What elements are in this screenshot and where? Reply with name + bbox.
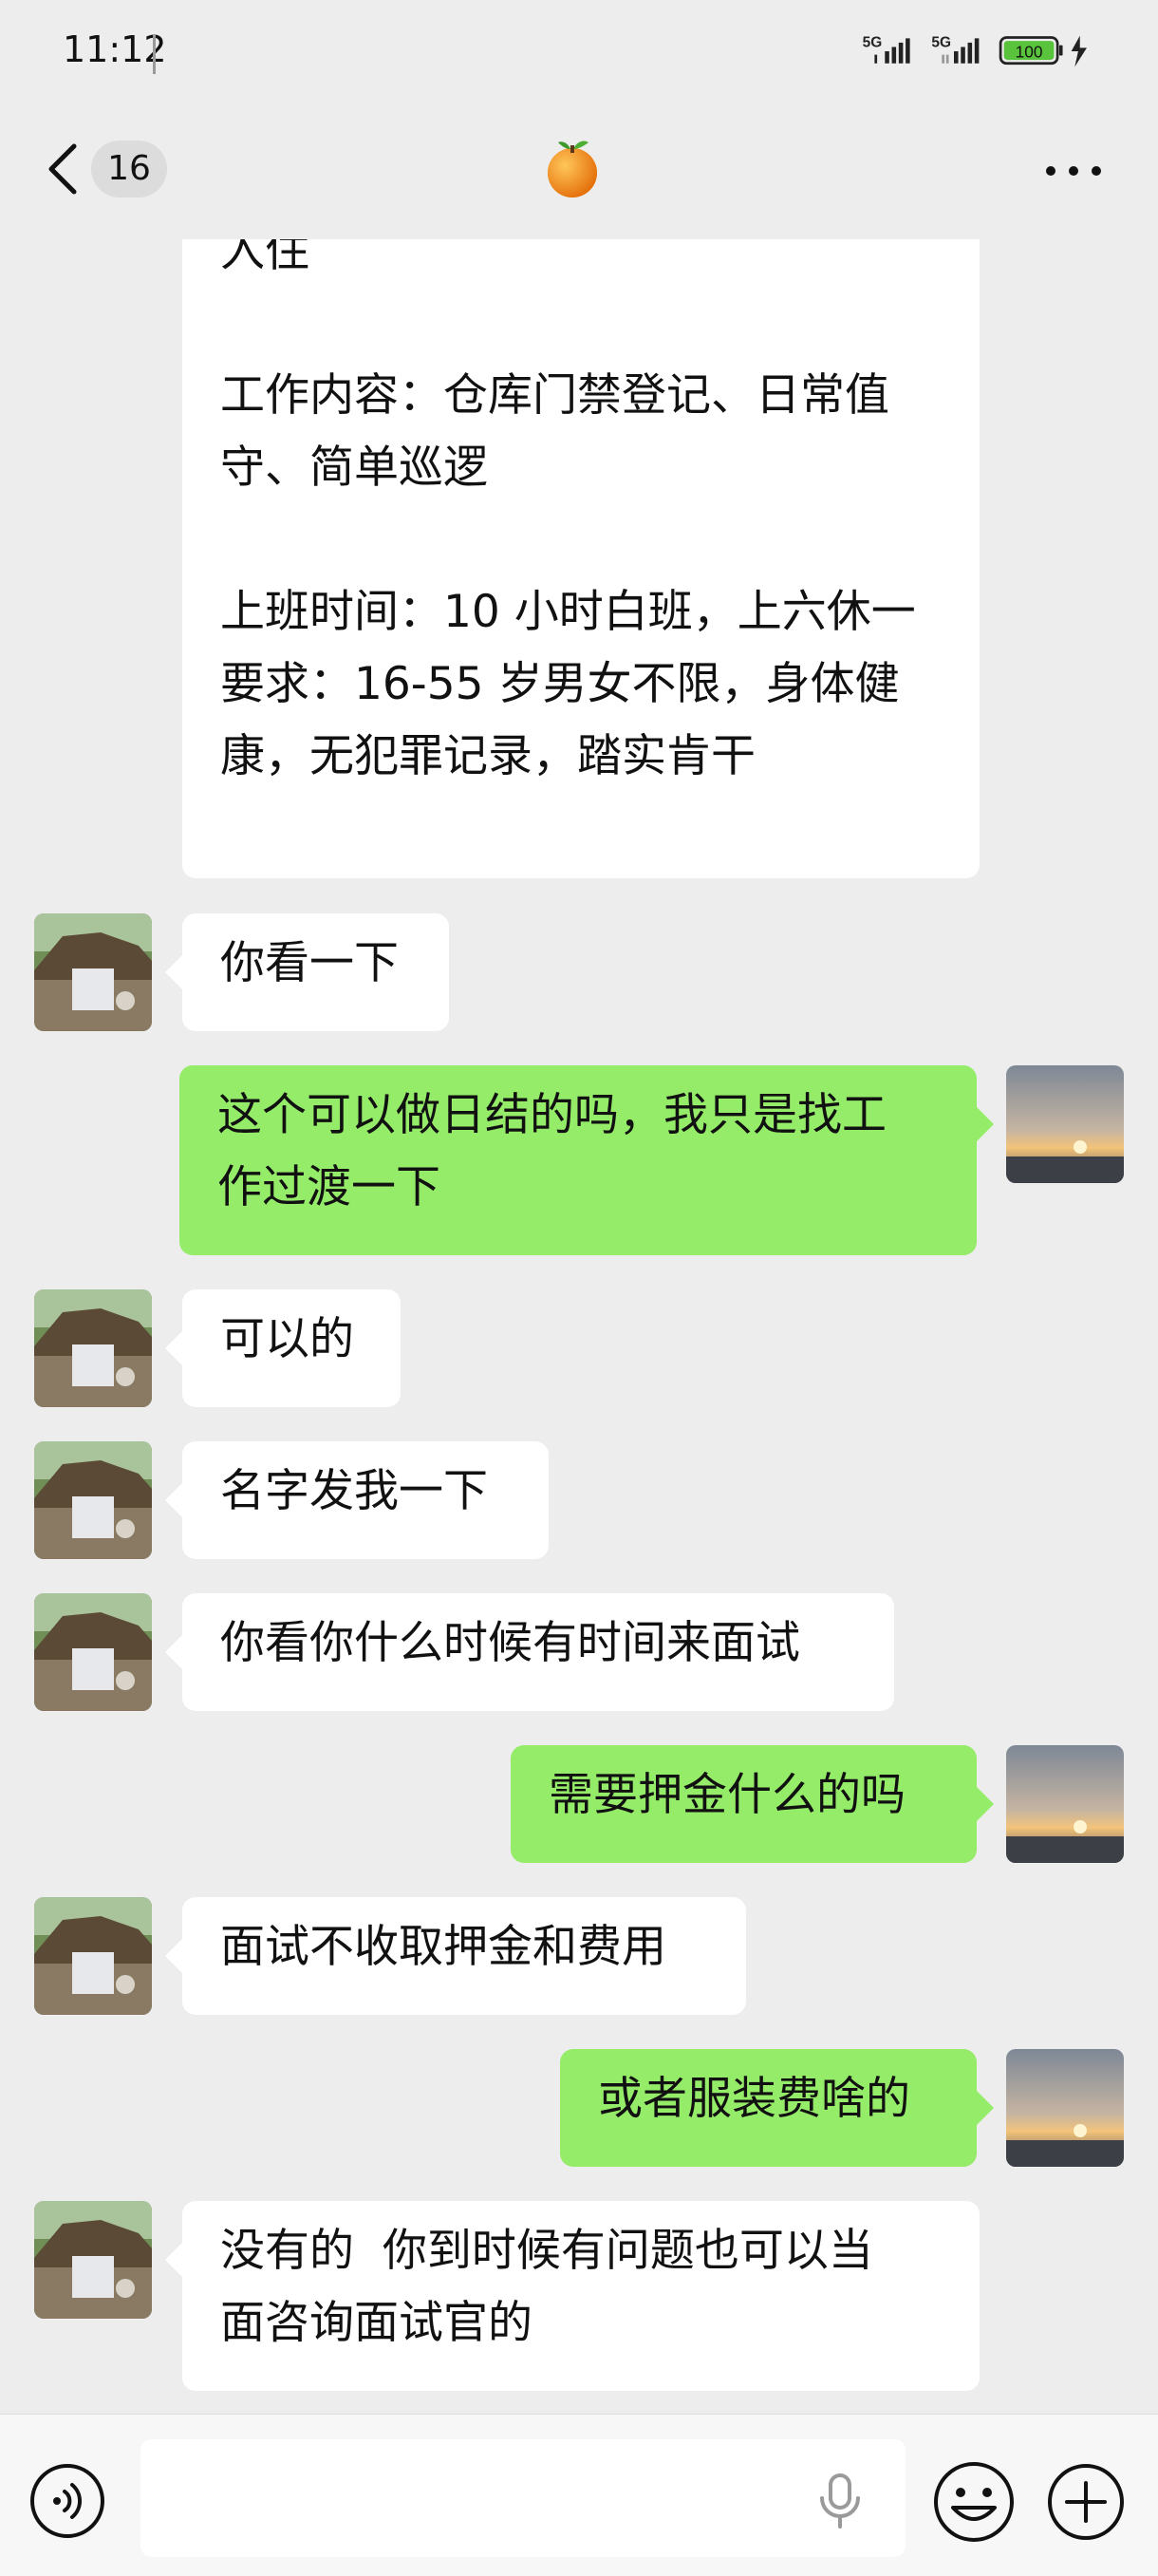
message-line: 入住: [220, 239, 309, 277]
bubble-tail: [165, 1483, 182, 1517]
message-composer: [0, 2414, 1158, 2576]
message-bubble-incoming[interactable]: 你看你什么时候有时间来面试: [182, 1593, 894, 1711]
sim2-label: 5G: [931, 34, 951, 50]
message-bubble-incoming[interactable]: 你看一下: [182, 913, 449, 1031]
message-line: 要求：16-55 岁男女不限，身体健: [220, 658, 900, 710]
bubble-tail: [977, 1107, 994, 1141]
battery-level: 100: [1016, 42, 1043, 61]
text-cursor: [153, 34, 156, 74]
message-bubble-incoming[interactable]: 入住 工作内容：仓库门禁登记、日常值 守、简单巡逻 上班时间：10 小时白班，上…: [182, 239, 980, 878]
bubble-tail: [977, 1787, 994, 1821]
more-options-icon[interactable]: [1044, 152, 1103, 190]
bubble-tail: [165, 955, 182, 989]
voice-mode-icon[interactable]: [28, 2462, 106, 2540]
message-bubble-outgoing[interactable]: 需要押金什么的吗: [511, 1745, 977, 1863]
message-bubble-outgoing[interactable]: 或者服装费啥的: [560, 2049, 977, 2167]
message-line: 可以的: [220, 1313, 354, 1365]
message-line: 需要押金什么的吗: [549, 1769, 906, 1821]
message-list[interactable]: 入住 工作内容：仓库门禁登记、日常值 守、简单巡逻 上班时间：10 小时白班，上…: [0, 239, 1158, 2414]
orange-emoji-title-icon[interactable]: [539, 135, 606, 201]
message-bubble-outgoing[interactable]: 这个可以做日结的吗，我只是找工 作过渡一下: [179, 1065, 977, 1255]
message-bubble-incoming[interactable]: 面试不收取押金和费用: [182, 1897, 746, 2015]
message-line: 工作内容：仓库门禁登记、日常值: [220, 369, 889, 422]
contact-avatar[interactable]: [34, 1593, 152, 1711]
message-line: 面咨询面试官的: [220, 2297, 532, 2349]
microphone-icon[interactable]: [816, 2472, 864, 2530]
message-line: 守、简单巡逻: [220, 442, 488, 494]
contact-avatar[interactable]: [34, 913, 152, 1031]
message-line: 没有的 你到时候有问题也可以当: [220, 2225, 873, 2277]
my-avatar[interactable]: [1006, 1745, 1124, 1863]
message-line: 你看一下: [220, 937, 399, 989]
sim1-label: 5G: [863, 34, 883, 50]
charging-icon: [1071, 35, 1087, 67]
message-line: 上班时间：10 小时白班，上六休一: [220, 586, 916, 638]
bubble-tail: [165, 1331, 182, 1365]
bubble-tail: [165, 1635, 182, 1669]
message-line: 作过渡一下: [217, 1161, 440, 1213]
my-avatar[interactable]: [1006, 1065, 1124, 1183]
message-line: 康，无犯罪记录，踏实肯干: [220, 730, 756, 782]
status-time: 11:12: [63, 28, 167, 70]
message-bubble-incoming[interactable]: 名字发我一下: [182, 1441, 549, 1559]
message-input[interactable]: [140, 2439, 906, 2557]
contact-avatar[interactable]: [34, 1289, 152, 1407]
signal-icon-1: 5G: [863, 34, 910, 64]
battery-icon: 100: [999, 36, 1063, 66]
signal-icon-2: 5G: [931, 34, 980, 64]
bubble-tail: [165, 1939, 182, 1973]
contact-avatar[interactable]: [34, 1897, 152, 2015]
message-line: 或者服装费啥的: [598, 2073, 910, 2125]
message-bubble-incoming[interactable]: 没有的 你到时候有问题也可以当 面咨询面试官的: [182, 2201, 980, 2391]
message-line: 你看你什么时候有时间来面试: [220, 1617, 800, 1669]
message-line-blank: [220, 504, 942, 576]
bubble-tail: [977, 2091, 994, 2125]
message-bubble-incoming[interactable]: 可以的: [182, 1289, 401, 1407]
unread-count-badge[interactable]: 16: [91, 141, 167, 197]
plus-icon[interactable]: [1046, 2462, 1126, 2542]
status-bar: 11:12 5G 5G 100: [0, 0, 1158, 109]
contact-avatar[interactable]: [34, 2201, 152, 2319]
emoji-icon[interactable]: [932, 2460, 1016, 2544]
my-avatar[interactable]: [1006, 2049, 1124, 2167]
message-line-blank: [220, 288, 942, 360]
message-line: 这个可以做日结的吗，我只是找工: [217, 1089, 887, 1141]
contact-avatar[interactable]: [34, 1441, 152, 1559]
message-line: 名字发我一下: [220, 1465, 488, 1517]
bubble-tail: [165, 2243, 182, 2277]
back-arrow-icon[interactable]: [44, 141, 82, 197]
message-line: 面试不收取押金和费用: [220, 1921, 666, 1973]
status-icons: 5G 5G 100: [863, 34, 1087, 67]
